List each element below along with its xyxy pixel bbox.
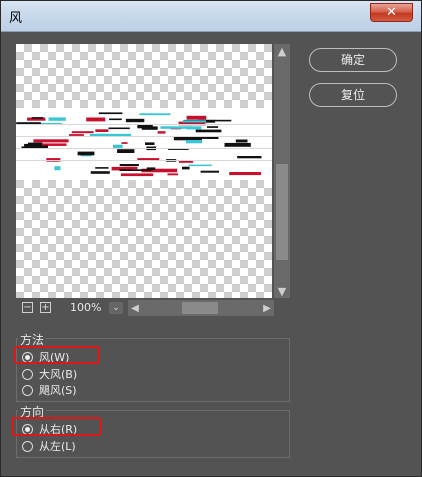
wind-streak xyxy=(186,115,207,120)
close-button[interactable]: ✕ xyxy=(370,3,413,22)
wind-streak xyxy=(86,117,106,122)
wind-streak xyxy=(95,129,109,132)
wind-streak xyxy=(16,124,272,125)
wind-streak xyxy=(16,136,272,137)
wind-streak xyxy=(229,172,261,176)
wind-streak xyxy=(157,131,166,134)
horizontal-scroll-thumb[interactable] xyxy=(182,302,218,314)
wind-streak xyxy=(178,161,194,163)
vertical-scrollbar[interactable]: ▲ ▼ xyxy=(274,44,290,298)
title-bar[interactable]: 风 ✕ xyxy=(1,1,421,32)
wind-streak xyxy=(108,127,130,130)
method-option-blast[interactable]: 大风(B) xyxy=(22,367,77,381)
annotation-highlight-method xyxy=(14,346,100,364)
scroll-left-icon[interactable]: ◀ xyxy=(128,300,142,316)
zoom-dropdown-button[interactable]: ⌄ xyxy=(109,302,123,314)
wind-streak xyxy=(188,164,212,167)
wind-streak xyxy=(16,148,272,149)
wind-streak xyxy=(71,131,94,134)
wind-streak xyxy=(54,166,61,171)
wind-streak xyxy=(28,145,48,149)
radio-label: 从左(L) xyxy=(39,440,76,453)
window-title: 风 xyxy=(9,11,23,26)
scroll-right-icon[interactable]: ▶ xyxy=(260,300,274,316)
wind-streak xyxy=(117,149,135,153)
wind-filter-dialog: 风 ✕ ▲ ▼ − + 100% ⌄ ◀ ▶ 确定 复位 方法 风(W) 大风(… xyxy=(0,0,422,477)
wind-streak xyxy=(167,173,179,176)
wind-streak xyxy=(69,134,84,136)
wind-streak xyxy=(207,126,219,128)
wind-streak xyxy=(182,120,207,123)
reset-button[interactable]: 复位 xyxy=(309,83,397,107)
wind-streak xyxy=(125,118,145,123)
wind-streak xyxy=(77,151,95,156)
wind-streak xyxy=(31,117,44,119)
wind-streak xyxy=(120,173,154,177)
wind-streak xyxy=(195,129,222,133)
close-icon: ✕ xyxy=(386,5,397,20)
horizontal-scrollbar[interactable]: ◀ ▶ xyxy=(128,300,274,316)
zoom-in-button[interactable]: + xyxy=(40,302,51,313)
wind-streak xyxy=(48,117,66,121)
zoom-bar: − + 100% ⌄ ◀ ▶ xyxy=(16,300,274,316)
wind-streak xyxy=(235,139,248,143)
method-option-stagger[interactable]: 飓风(S) xyxy=(22,383,77,397)
wind-streak xyxy=(145,142,155,145)
scroll-down-icon[interactable]: ▼ xyxy=(274,284,290,298)
radio-label: 大风(B) xyxy=(39,368,78,381)
wind-streak xyxy=(119,169,152,171)
wind-streak xyxy=(160,126,193,129)
scroll-up-icon[interactable]: ▲ xyxy=(274,44,290,58)
wind-streak xyxy=(224,142,251,147)
wind-streak xyxy=(185,140,202,144)
wind-streak xyxy=(113,144,123,148)
annotation-highlight-direction xyxy=(11,417,101,436)
wind-streak xyxy=(16,160,272,161)
zoom-out-button[interactable]: − xyxy=(22,302,33,313)
wind-streak xyxy=(90,171,110,174)
wind-streak xyxy=(33,139,69,143)
vertical-scroll-thumb[interactable] xyxy=(276,164,288,260)
wind-effect-preview-image xyxy=(16,108,272,180)
ok-button[interactable]: 确定 xyxy=(309,48,397,72)
radio-button[interactable] xyxy=(22,440,33,452)
wind-streak xyxy=(182,166,190,170)
zoom-level: 100% xyxy=(70,301,102,314)
wind-streak xyxy=(98,112,123,115)
radio-button[interactable] xyxy=(22,368,33,380)
wind-streak xyxy=(200,170,219,173)
wind-streak xyxy=(237,156,262,159)
wind-streak xyxy=(119,164,139,167)
wind-streak xyxy=(121,142,128,144)
wind-streak xyxy=(139,113,171,116)
wind-streak xyxy=(109,118,122,121)
wind-streak xyxy=(46,158,61,162)
radio-button[interactable] xyxy=(22,384,33,396)
radio-label: 飓风(S) xyxy=(39,384,77,397)
wind-streak xyxy=(95,167,109,169)
filter-preview[interactable] xyxy=(16,44,272,298)
direction-option-from-left[interactable]: 从左(L) xyxy=(22,439,76,453)
